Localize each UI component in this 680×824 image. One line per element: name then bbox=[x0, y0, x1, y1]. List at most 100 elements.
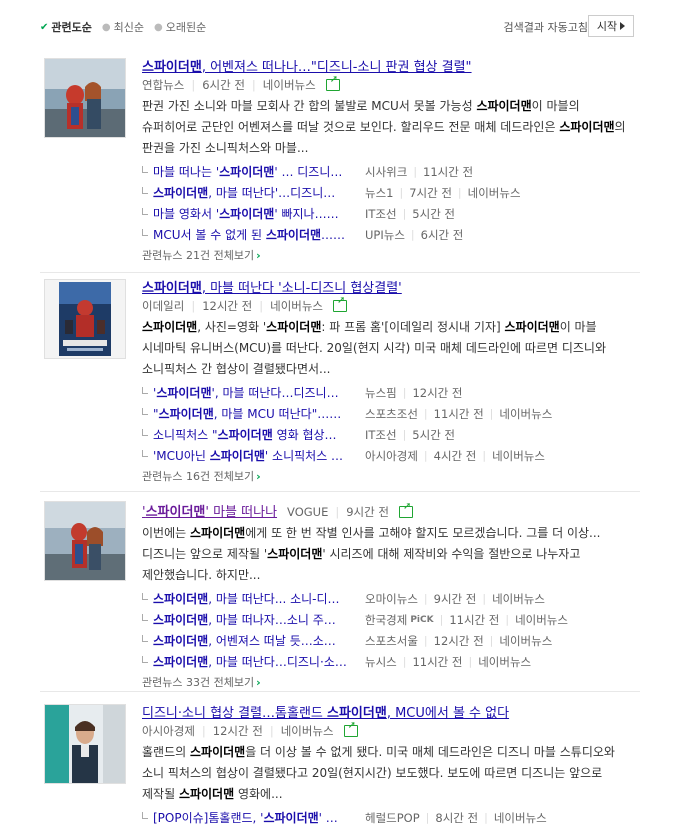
news-thumbnail[interactable] bbox=[44, 704, 126, 784]
naver-news-link[interactable]: 네이버뉴스 bbox=[499, 406, 552, 422]
news-description: 판권 가진 소니와 마블 모회사 간 합의 불발로 MCU서 못볼 가능성 스파… bbox=[142, 96, 638, 159]
related-news-title[interactable]: 마블 떠나는 '스파이더맨' … 디즈니… bbox=[153, 163, 365, 180]
related-news-title[interactable]: 스파이더맨, 마블 떠난다... 소니-디… bbox=[153, 590, 365, 607]
share-icon[interactable] bbox=[343, 720, 358, 737]
desc-keyword: 스파이더맨 bbox=[267, 547, 323, 561]
related-more-link[interactable]: 관련뉴스 33건 전체보기 › bbox=[142, 673, 638, 691]
divider: | bbox=[413, 165, 418, 178]
related-more-link[interactable]: 관련뉴스 21건 전체보기 › bbox=[142, 246, 638, 264]
rel-text: , 마블 떠난다'…디즈니… bbox=[208, 186, 336, 200]
related-news-source[interactable]: IT조선 bbox=[365, 427, 397, 443]
related-news-title[interactable]: MCU서 볼 수 없게 된 스파이더맨…… bbox=[153, 226, 365, 243]
rel-keyword: 스파이더맨 bbox=[219, 207, 275, 221]
rel-text: ' 빠지나…… bbox=[274, 207, 339, 221]
naver-news-link[interactable]: 네이버뉴스 bbox=[270, 298, 323, 314]
divider: | bbox=[423, 592, 428, 605]
naver-news-link[interactable]: 네이버뉴스 bbox=[492, 448, 545, 464]
related-news-source[interactable]: 아시아경제 bbox=[365, 448, 418, 464]
news-source[interactable]: VOGUE bbox=[287, 505, 328, 519]
related-news-title[interactable]: [POP이슈]톰홀랜드, '스파이더맨' … bbox=[153, 809, 365, 824]
related-news-time: 5시간 전 bbox=[412, 206, 456, 221]
news-source[interactable]: 연합뉴스 bbox=[142, 77, 184, 93]
desc-keyword: 스파이더맨 bbox=[504, 320, 560, 334]
rel-keyword: 스파이더맨 bbox=[153, 634, 209, 648]
title-keyword: 스파이더맨 bbox=[327, 706, 387, 721]
related-news-source[interactable]: 스포츠서울 bbox=[365, 633, 418, 649]
corner-icon bbox=[142, 187, 148, 194]
news-title[interactable]: 디즈니·소니 협상 결렬…톰홀랜드 스파이더맨, MCU에서 볼 수 없다 bbox=[142, 702, 509, 721]
rel-text: ' 소니픽처스 … bbox=[264, 449, 344, 463]
related-news-source[interactable]: IT조선 bbox=[365, 206, 397, 222]
related-news-source[interactable]: 뉴스핌 bbox=[365, 385, 397, 401]
sort-oldest[interactable]: ● 오래된순 bbox=[154, 19, 206, 35]
start-button[interactable]: 시작 bbox=[588, 15, 634, 37]
desc-text: 영화에... bbox=[234, 787, 283, 801]
related-news-title[interactable]: 스파이더맨, 어벤져스 떠날 듯…소… bbox=[153, 632, 365, 649]
corner-icon bbox=[142, 208, 148, 215]
title-keyword: 스파이더맨 bbox=[145, 505, 206, 520]
share-icon[interactable] bbox=[398, 501, 413, 518]
naver-news-link[interactable]: 네이버뉴스 bbox=[281, 723, 334, 739]
related-news-item: [POP이슈]톰홀랜드, '스파이더맨' … 헤럴드POP | 8시간 전 | 네이… bbox=[142, 807, 638, 824]
title-keyword: 스파이더맨 bbox=[142, 60, 202, 75]
news-thumbnail[interactable] bbox=[44, 501, 126, 581]
corner-icon bbox=[142, 812, 148, 819]
news-time: 9시간 전 bbox=[346, 505, 389, 519]
news-thumbnail[interactable] bbox=[44, 58, 126, 138]
related-news-title[interactable]: "스파이더맨, 마블 MCU 떠난다"…… bbox=[153, 405, 365, 422]
corner-icon bbox=[142, 387, 148, 394]
related-news-source[interactable]: 뉴시스 bbox=[365, 654, 397, 670]
rel-text: [POP이슈]톰홀랜드, ' bbox=[153, 811, 264, 824]
news-source[interactable]: 아시아경제 bbox=[142, 723, 195, 739]
related-news-item: 스파이더맨, 어벤져스 떠날 듯…소… 스포츠서울 | 12시간 전 | 네이버뉴스 bbox=[142, 630, 638, 651]
related-more-link[interactable]: 관련뉴스 16건 전체보기 › bbox=[142, 467, 638, 485]
naver-news-link[interactable]: 네이버뉴스 bbox=[515, 612, 568, 628]
related-news-source[interactable]: 헤럴드POP bbox=[365, 810, 420, 824]
news-title[interactable]: 스파이더맨, 마블 떠난다 '소니-디즈니 협상결렬' bbox=[142, 277, 402, 296]
rel-text: 마블 영화서 ' bbox=[153, 207, 220, 221]
news-title[interactable]: 스파이더맨, 어벤져스 떠나나…"디즈니-소니 판권 협상 결렬" bbox=[142, 56, 472, 75]
related-news-title[interactable]: 스파이더맨, 마블 떠나자…소니 주… bbox=[153, 611, 365, 628]
divider: | bbox=[201, 724, 206, 738]
related-news-source[interactable]: 한국경제 bbox=[365, 612, 407, 628]
desc-text: : 파 프롬 홈'[이데일리 정시내 기자] bbox=[321, 320, 505, 334]
divider: | bbox=[402, 386, 407, 399]
related-news-source[interactable]: 오마이뉴스 bbox=[365, 591, 418, 607]
divider: | bbox=[191, 78, 196, 92]
divider: | bbox=[402, 428, 407, 441]
naver-news-link[interactable]: 네이버뉴스 bbox=[478, 654, 531, 670]
sort-relevance[interactable]: ✔ 관련도순 bbox=[40, 19, 92, 35]
naver-news-link[interactable]: 네이버뉴스 bbox=[492, 591, 545, 607]
desc-keyword: 스파이더맨 bbox=[142, 320, 198, 334]
related-news-title[interactable]: 소니픽처스 "스파이더맨 영화 협상… bbox=[153, 426, 365, 443]
naver-news-link[interactable]: 네이버뉴스 bbox=[494, 810, 547, 824]
news-source[interactable]: 이데일리 bbox=[142, 298, 184, 314]
rel-keyword: 스파이더맨 bbox=[263, 811, 319, 824]
news-thumbnail[interactable] bbox=[44, 279, 126, 359]
news-time: 12시간 전 bbox=[212, 724, 263, 738]
related-news-source[interactable]: UPI뉴스 bbox=[365, 227, 405, 243]
related-news-source[interactable]: 스포츠조선 bbox=[365, 406, 418, 422]
news-title-line: 스파이더맨, 어벤져스 떠나나…"디즈니-소니 판권 협상 결렬" bbox=[142, 56, 638, 75]
rel-text: 'MCU아닌 bbox=[153, 449, 210, 463]
news-title-line: 디즈니·소니 협상 결렬…톰홀랜드 스파이더맨, MCU에서 볼 수 없다 bbox=[142, 702, 638, 721]
naver-news-link[interactable]: 네이버뉴스 bbox=[499, 633, 552, 649]
share-icon[interactable] bbox=[333, 295, 348, 312]
rel-text: , 마블 떠난다…디즈니·소… bbox=[208, 655, 347, 669]
related-news-source[interactable]: 시사위크 bbox=[365, 164, 407, 180]
sort-latest[interactable]: ● 최신순 bbox=[102, 19, 144, 35]
related-news-title[interactable]: '스파이더맨', 마블 떠난다…디즈니… bbox=[153, 384, 365, 401]
rel-keyword: 스파이더맨 bbox=[217, 428, 273, 442]
related-news-title[interactable]: 스파이더맨, 마블 떠난다'…디즈니… bbox=[153, 184, 365, 201]
news-title[interactable]: '스파이더맨' 마블 떠나나 bbox=[142, 501, 277, 520]
related-news-source[interactable]: 뉴스1 bbox=[365, 185, 393, 201]
related-news-title[interactable]: 'MCU아닌 스파이더맨' 소니픽처스 … bbox=[153, 447, 365, 464]
related-news-title[interactable]: 마블 영화서 '스파이더맨' 빠지나…… bbox=[153, 205, 365, 222]
naver-news-link[interactable]: 네이버뉴스 bbox=[468, 185, 521, 201]
related-news-title[interactable]: 스파이더맨, 마블 떠난다…디즈니·소… bbox=[153, 653, 365, 670]
share-icon[interactable] bbox=[325, 74, 340, 91]
naver-news-link[interactable]: 네이버뉴스 bbox=[263, 77, 316, 93]
news-description: 홀랜드의 스파이더맨을 더 이상 볼 수 없게 됐다. 미국 매체 데드라인은 … bbox=[142, 742, 638, 805]
more-label: 관련뉴스 33건 전체보기 bbox=[142, 676, 255, 689]
chevron-right-icon: › bbox=[256, 248, 261, 262]
